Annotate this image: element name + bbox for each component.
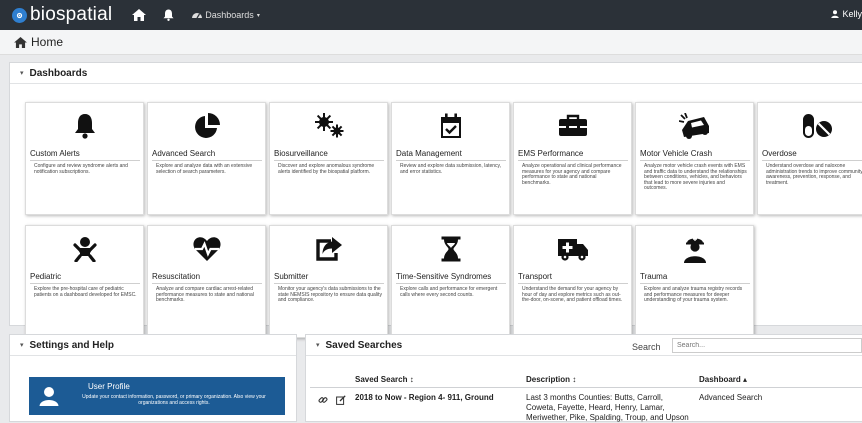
dashboard-card-title: Time-Sensitive Syndromes — [396, 272, 506, 284]
dashboards-panel-title: Dashboards — [29, 67, 88, 79]
user-profile-desc: Update your contact information, passwor… — [82, 394, 266, 406]
hourglass-icon — [392, 234, 509, 264]
breadcrumb: Home — [0, 30, 862, 55]
brand-name: biospatial — [30, 4, 113, 25]
column-header-saved-search[interactable]: Saved Search ↕ — [355, 375, 414, 384]
dashboard-card-title: EMS Performance — [518, 149, 628, 161]
dashboard-card-desc: Review and explore data submission, late… — [400, 163, 502, 175]
saved-search-input[interactable] — [672, 338, 862, 353]
collapse-caret-icon: ▾ — [20, 70, 24, 77]
dashboard-card-desc: Understand the demand for your agency by… — [522, 286, 623, 304]
pie-chart-icon — [148, 111, 265, 141]
dashboard-card-title: Transport — [518, 272, 628, 284]
home-icon[interactable] — [14, 36, 27, 48]
caret-down-icon: ▾ — [256, 12, 260, 19]
dashboard-card-title: Submitter — [274, 272, 384, 284]
dashboard-card-title: Data Management — [396, 149, 506, 161]
injured-person-icon — [636, 234, 753, 264]
dashboards-panel: ▾ Dashboards Custom Alerts Configure and … — [9, 62, 862, 338]
dashboards-label: Dashboards — [205, 10, 254, 20]
dashboard-card-title: Trauma — [640, 272, 750, 284]
dashboard-card-title: Biosurveillance — [274, 149, 384, 161]
dashboard-card-resuscitation[interactable]: Resuscitation Analyze and compare cardiac… — [147, 225, 266, 338]
dashboards-menu[interactable]: Dashboards ▾ — [192, 10, 260, 20]
dashboard-card-custom-alerts[interactable]: Custom Alerts Configure and review syndro… — [25, 102, 144, 215]
dashboard-card-desc: Analyze operational and clinical perform… — [522, 163, 622, 186]
settings-panel: ▾ Settings and Help User Profile Update … — [9, 334, 297, 422]
dashboard-card-desc: Analyze motor vehicle crash events with … — [644, 163, 747, 192]
bell-icon — [26, 111, 143, 141]
search-label: Search — [632, 342, 661, 352]
user-profile-button[interactable]: User Profile Update your contact informa… — [29, 377, 285, 415]
saved-search-name[interactable]: 2018 to Now - Region 4- 911, Ground — [355, 393, 494, 402]
column-header-description[interactable]: Description ↕ — [526, 375, 576, 384]
dashboard-card-pediatric[interactable]: Pediatric Explore the pre-hospital care o… — [25, 225, 144, 338]
dashboard-card-desc: Explore and analyze data with an extensi… — [156, 163, 253, 175]
dashboard-card-ems-performance[interactable]: EMS Performance Analyze operational and c… — [513, 102, 632, 215]
car-crash-icon — [636, 111, 753, 141]
dashboard-card-desc: Analyze and compare cardiac arrest-relat… — [156, 286, 254, 304]
share-square-icon — [270, 234, 387, 264]
dashboard-card-title: Resuscitation — [152, 272, 262, 284]
pills-icon — [758, 111, 862, 141]
dashboard-card-trauma[interactable]: Trauma Explore and analyze trauma registr… — [635, 225, 754, 338]
column-header-dashboard[interactable]: Dashboard ▴ — [699, 375, 747, 384]
dashboard-card-motor-vehicle-crash[interactable]: Motor Vehicle Crash Analyze motor vehicle… — [635, 102, 754, 215]
dashboard-card-title: Motor Vehicle Crash — [640, 149, 750, 161]
dashboard-card-advanced-search[interactable]: Advanced Search Explore and analyze data … — [147, 102, 266, 215]
saved-search-description: Last 3 months Counties: Butts, Carroll, … — [526, 393, 689, 422]
settings-panel-title: Settings and Help — [29, 339, 114, 351]
dashboard-card-title: Advanced Search — [152, 149, 262, 161]
toolbox-icon — [514, 111, 631, 141]
edit-icon[interactable] — [336, 392, 346, 410]
user-icon — [831, 10, 840, 18]
link-icon[interactable] — [318, 392, 328, 410]
page-title: Home — [31, 35, 64, 49]
user-icon — [29, 377, 69, 415]
virus-icon — [270, 111, 387, 141]
brand-logo[interactable]: biospatial — [12, 4, 112, 26]
settings-panel-header[interactable]: ▾ Settings and Help — [10, 335, 296, 356]
dashboard-card-submitter[interactable]: Submitter Monitor your agency's data subm… — [269, 225, 388, 338]
logo-icon — [12, 7, 27, 23]
collapse-caret-icon: ▾ — [20, 342, 24, 349]
dashboard-card-desc: Understand overdose and naloxone adminis… — [766, 163, 862, 186]
dashboard-icon — [192, 13, 203, 19]
dashboard-card-biosurveillance[interactable]: Biosurveillance Discover and explore anom… — [269, 102, 388, 215]
saved-searches-panel: ▾ Saved Searches Search Saved Search ↕ D… — [305, 334, 862, 422]
dashboard-card-title: Pediatric — [30, 272, 140, 284]
user-name: Kelly — [842, 9, 862, 19]
bell-icon[interactable] — [163, 9, 174, 21]
saved-searches-title: Saved Searches — [325, 339, 403, 351]
dashboard-card-desc: Monitor your agency's data submissions t… — [278, 286, 382, 304]
dashboard-card-data-management[interactable]: Data Management Review and explore data s… — [391, 102, 510, 215]
top-navbar: biospatial Dashboards ▾ Kelly — [0, 0, 862, 30]
ambulance-icon — [514, 234, 631, 264]
dashboard-card-desc: Configure and review syndrome alerts and… — [34, 163, 128, 175]
dashboard-card-desc: Discover and explore anomalous syndrome … — [278, 163, 375, 175]
table-header-divider — [310, 387, 862, 388]
dashboard-card-time-sensitive-syndromes[interactable]: Time-Sensitive Syndromes Explore calls an… — [391, 225, 510, 338]
calendar-check-icon — [392, 111, 509, 141]
baby-icon — [26, 234, 143, 264]
dashboard-card-desc: Explore and analyze trauma registry reco… — [644, 286, 743, 304]
dashboard-card-transport[interactable]: Transport Understand the demand for your … — [513, 225, 632, 338]
user-profile-title: User Profile — [88, 382, 130, 391]
home-icon[interactable] — [132, 9, 147, 21]
saved-search-dashboard: Advanced Search — [699, 393, 763, 402]
dashboard-card-desc: Explore the pre-hospital care of pediatr… — [34, 286, 137, 298]
user-menu[interactable]: Kelly — [831, 9, 862, 19]
heartbeat-icon — [148, 234, 265, 264]
collapse-caret-icon: ▾ — [316, 342, 320, 349]
dashboard-card-title: Custom Alerts — [30, 149, 140, 161]
dashboard-card-title: Overdose — [762, 149, 862, 161]
dashboard-card-desc: Explore calls and performance for emerge… — [400, 286, 498, 298]
dashboard-card-overdose[interactable]: Overdose Understand overdose and naloxone… — [757, 102, 862, 215]
dashboards-panel-header[interactable]: ▾ Dashboards — [10, 63, 862, 84]
